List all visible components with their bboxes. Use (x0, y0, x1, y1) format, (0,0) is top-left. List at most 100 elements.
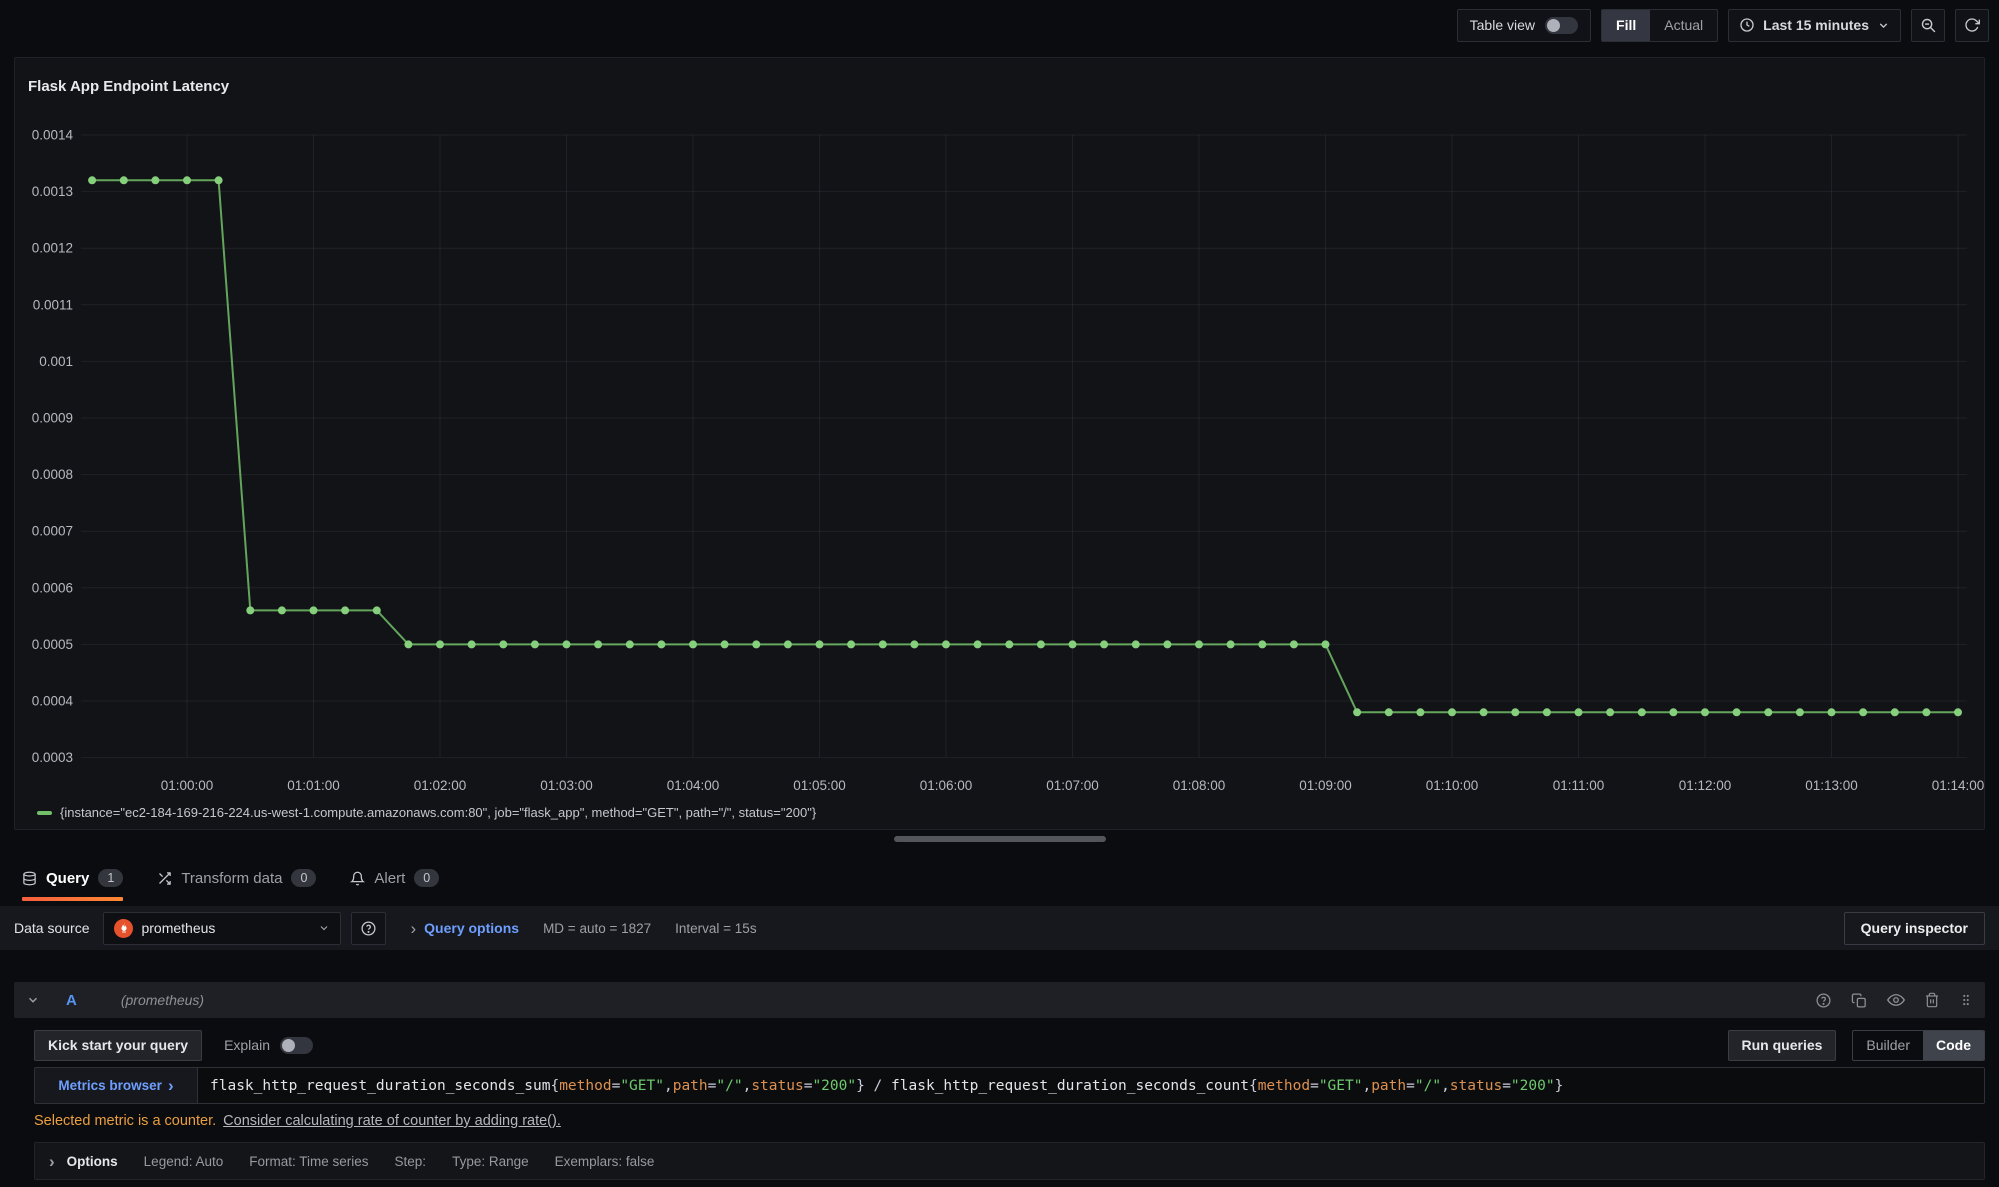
panel-title[interactable]: Flask App Endpoint Latency (28, 78, 229, 95)
collapse-chevron-icon[interactable] (26, 993, 40, 1007)
explain-toggle[interactable] (280, 1037, 313, 1054)
drag-handle-icon[interactable] (1959, 992, 1973, 1008)
tab-query-label: Query (46, 870, 89, 887)
refresh-button[interactable] (1955, 9, 1989, 42)
datasource-select[interactable]: prometheus (103, 912, 341, 945)
toggle-knob (282, 1039, 295, 1052)
tab-transform-data[interactable]: Transform data 0 (157, 853, 316, 903)
svg-text:01:01:00: 01:01:00 (287, 778, 340, 793)
promql-editor: Metrics browser › flask_http_request_dur… (34, 1067, 1985, 1104)
query-editor-toolbar: Kick start your query Explain Run querie… (34, 1029, 1985, 1061)
actual-button[interactable]: Actual (1650, 10, 1717, 41)
tab-transform-label: Transform data (181, 870, 282, 887)
svg-text:01:00:00: 01:00:00 (161, 778, 214, 793)
chevron-right-icon: › (410, 920, 416, 937)
svg-text:0.0007: 0.0007 (32, 524, 73, 539)
option-type: Type: Range (452, 1154, 529, 1169)
builder-option[interactable]: Builder (1853, 1031, 1923, 1060)
svg-text:01:05:00: 01:05:00 (793, 778, 846, 793)
svg-text:01:09:00: 01:09:00 (1299, 778, 1352, 793)
time-range-picker[interactable]: Last 15 minutes (1728, 9, 1901, 42)
chevron-down-icon (1877, 19, 1890, 32)
svg-text:0.001: 0.001 (39, 354, 73, 369)
duplicate-query-icon[interactable] (1851, 992, 1868, 1009)
promql-query-input[interactable]: flask_http_request_duration_seconds_sum{… (198, 1068, 1984, 1103)
disable-query-eye-icon[interactable] (1887, 991, 1905, 1009)
editor-tabbar: Query 1 Transform data 0 Alert 0 (0, 853, 1999, 903)
fill-actual-group: Fill Actual (1601, 9, 1718, 42)
max-datapoints-summary: MD = auto = 1827 (543, 921, 651, 936)
latency-chart-svg: 0.0014 0.0013 0.0012 0.0011 0.001 0.0009 0.000… (15, 115, 1986, 805)
query-options-toggle[interactable]: › Query options (410, 920, 519, 937)
svg-text:0.0013: 0.0013 (32, 184, 73, 199)
query-options-label: Query options (424, 920, 519, 936)
run-queries-button[interactable]: Run queries (1728, 1030, 1837, 1061)
option-exemplars: Exemplars: false (555, 1154, 655, 1169)
tab-transform-badge: 0 (291, 869, 316, 887)
query-options-summary-row[interactable]: › Options Legend: Auto Format: Time seri… (34, 1142, 1985, 1180)
svg-text:0.0014: 0.0014 (32, 128, 74, 143)
options-label: Options (67, 1154, 118, 1169)
refresh-icon (1964, 17, 1980, 33)
add-rate-link[interactable]: Consider calculating rate of counter by … (223, 1113, 561, 1129)
horizontal-scrollbar[interactable] (894, 836, 1106, 842)
svg-text:0.0011: 0.0011 (33, 297, 73, 312)
editor-right-actions: Run queries Builder Code (1728, 1030, 1986, 1061)
kick-start-query-button[interactable]: Kick start your query (34, 1030, 202, 1061)
tab-alert-label: Alert (374, 870, 405, 887)
legend-series-label: {instance="ec2-184-169-216-224.us-west-1… (60, 805, 816, 820)
svg-text:0.0012: 0.0012 (32, 241, 73, 256)
svg-text:01:11:00: 01:11:00 (1553, 778, 1605, 793)
interval-summary: Interval = 15s (675, 921, 756, 936)
option-step: Step: (395, 1154, 427, 1169)
svg-text:0.0005: 0.0005 (32, 637, 73, 652)
table-view-control: Table view (1457, 9, 1591, 42)
svg-text:01:14:00: 01:14:00 (1932, 778, 1985, 793)
query-datasource-hint: (prometheus) (121, 992, 204, 1008)
chevron-right-icon: › (168, 1077, 174, 1094)
query-ref-id: A (66, 992, 77, 1009)
latency-chart[interactable]: 0.0014 0.0013 0.0012 0.0011 0.001 0.0009 0.000… (15, 115, 1984, 805)
query-inspector-button[interactable]: Query inspector (1844, 912, 1985, 945)
svg-text:0.0003: 0.0003 (32, 750, 73, 765)
tab-query-badge: 1 (98, 869, 123, 887)
chevron-right-icon: › (49, 1153, 55, 1170)
delete-query-trash-icon[interactable] (1924, 992, 1940, 1008)
chart-legend-item[interactable]: {instance="ec2-184-169-216-224.us-west-1… (37, 805, 816, 820)
datasource-row: Data source prometheus › Query options M… (0, 906, 1999, 950)
svg-text:0.0009: 0.0009 (32, 411, 73, 426)
database-icon (22, 871, 37, 886)
builder-code-switch: Builder Code (1852, 1030, 1985, 1061)
query-help-icon[interactable] (1815, 992, 1832, 1009)
query-row-header[interactable]: A (prometheus) (14, 982, 1985, 1018)
svg-text:0.0006: 0.0006 (32, 580, 73, 595)
explain-control: Explain (224, 1037, 313, 1054)
metrics-browser-toggle[interactable]: Metrics browser › (35, 1068, 198, 1103)
toggle-knob (1547, 19, 1560, 32)
svg-text:01:08:00: 01:08:00 (1173, 778, 1226, 793)
series-line (88, 176, 1962, 716)
svg-text:0.0004: 0.0004 (32, 694, 74, 709)
datasource-help-button[interactable] (351, 912, 386, 945)
tab-query[interactable]: Query 1 (22, 853, 123, 903)
zoom-out-icon (1920, 17, 1937, 34)
options-toggle[interactable]: › Options (49, 1153, 118, 1170)
table-view-toggle[interactable] (1545, 17, 1578, 34)
svg-text:0.0008: 0.0008 (32, 467, 73, 482)
svg-text:01:04:00: 01:04:00 (667, 778, 720, 793)
prometheus-icon (114, 919, 133, 938)
metrics-browser-label: Metrics browser (58, 1078, 162, 1093)
table-view-label: Table view (1470, 17, 1535, 33)
explain-label: Explain (224, 1037, 270, 1053)
counter-warning: Selected metric is a counter. Consider c… (34, 1110, 1985, 1132)
option-legend: Legend: Auto (144, 1154, 224, 1169)
fill-button[interactable]: Fill (1602, 10, 1650, 41)
svg-text:01:02:00: 01:02:00 (414, 778, 467, 793)
tab-alert[interactable]: Alert 0 (350, 853, 439, 903)
time-range-label: Last 15 minutes (1763, 17, 1869, 33)
timeseries-panel: Flask App Endpoint Latency 0.00140.00130… (14, 57, 1985, 830)
datasource-value: prometheus (141, 920, 310, 936)
zoom-out-button[interactable] (1911, 9, 1945, 42)
svg-text:01:07:00: 01:07:00 (1046, 778, 1099, 793)
code-option[interactable]: Code (1923, 1031, 1984, 1060)
